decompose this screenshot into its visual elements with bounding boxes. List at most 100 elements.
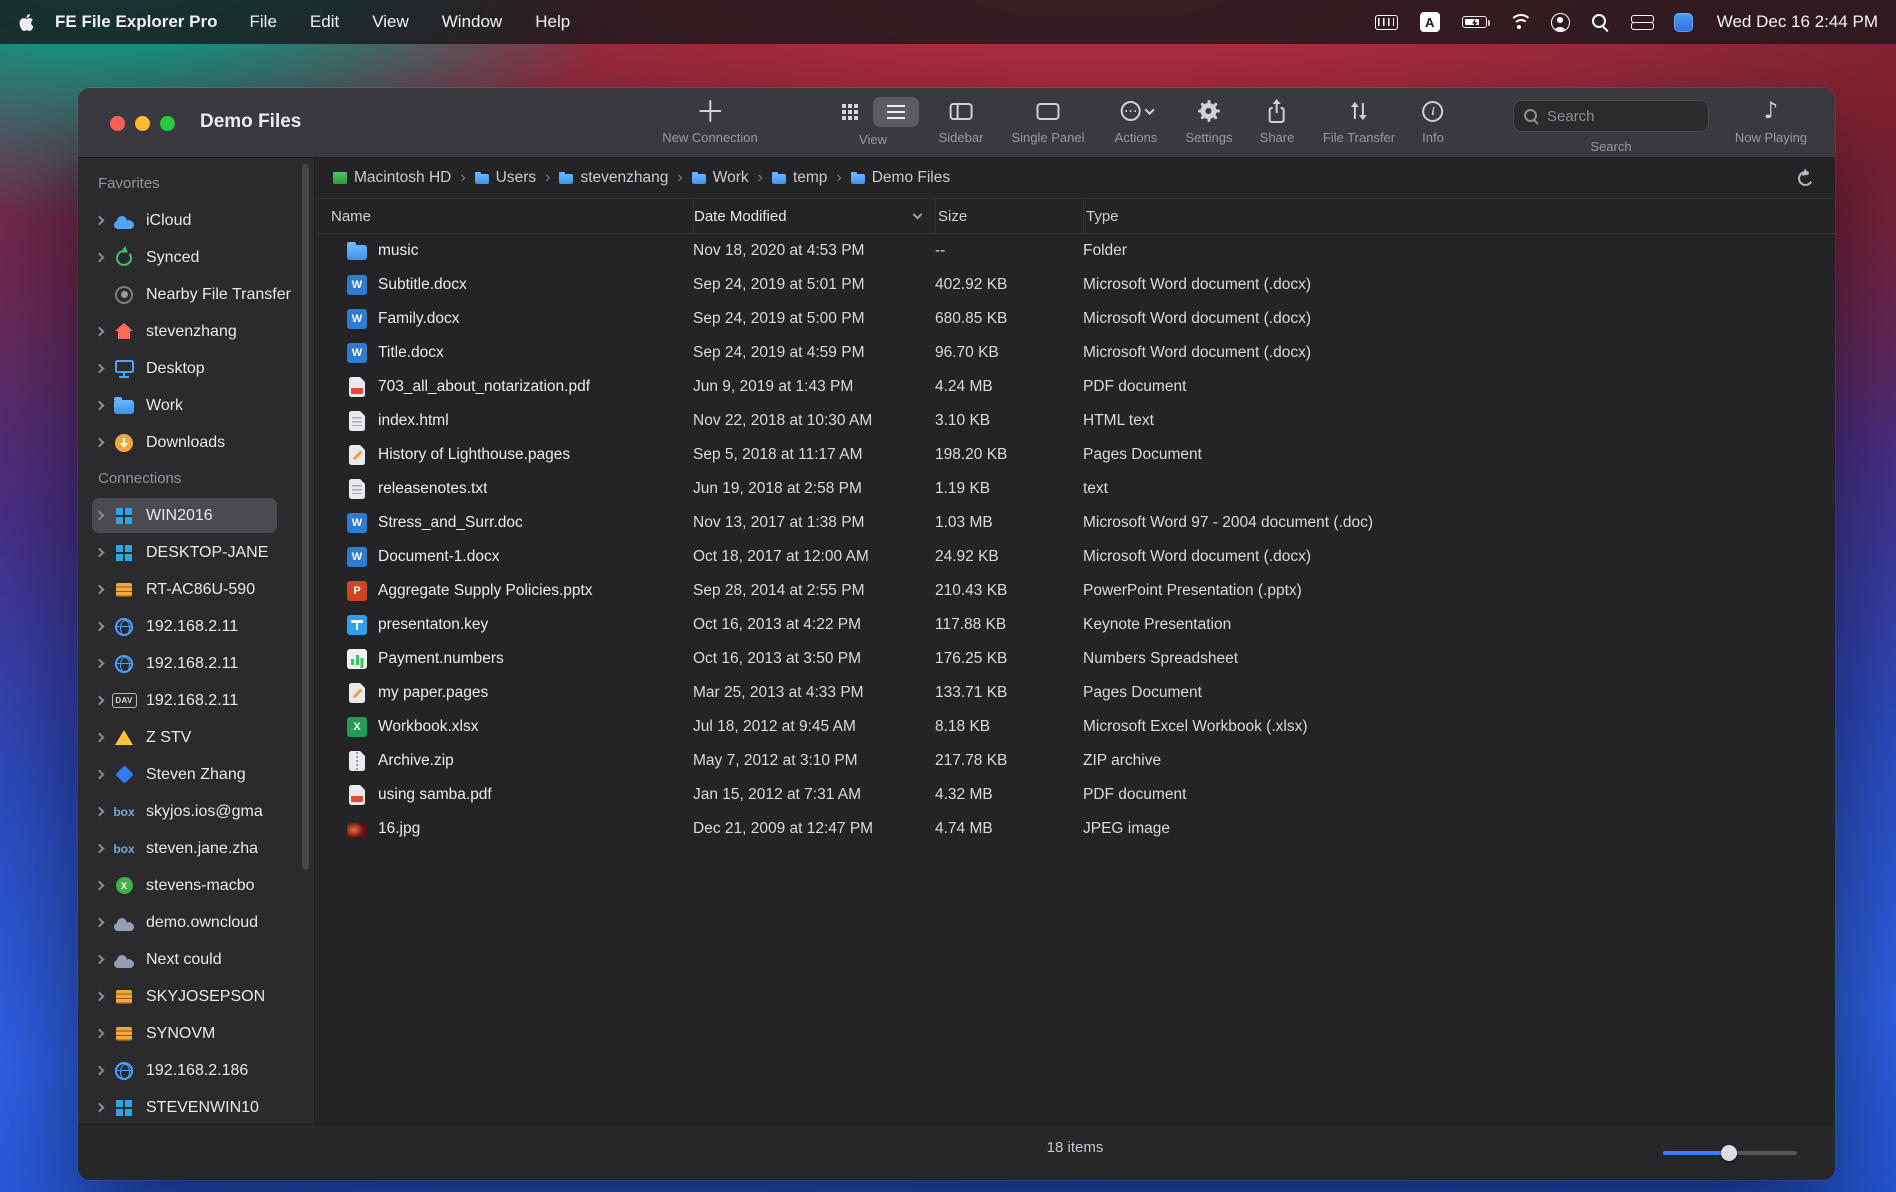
file-row-music[interactable]: musicNov 18, 2020 at 4:53 PM--Folder [315,234,1835,268]
disclosure-chevron-icon[interactable] [95,1066,105,1076]
input-source-icon-button[interactable]: A [1420,10,1440,34]
sidebar-item-skyjos-ios-gma[interactable]: skyjos.ios@gma [78,793,314,830]
breadcrumb-item-work[interactable]: Work [692,169,749,187]
single-panel-button[interactable]: Single Panel [1012,97,1085,145]
breadcrumb-item-macintosh-hd[interactable]: Macintosh HD [333,169,451,187]
actions-button[interactable]: Actions [1115,97,1158,145]
sidebar-item-192-168-2-186[interactable]: 192.168.2.186 [78,1052,314,1089]
sidebar-item-steven-zhang[interactable]: Steven Zhang [78,756,314,793]
wifi-icon-button[interactable] [1509,10,1529,34]
breadcrumb-item-temp[interactable]: temp [772,169,827,187]
file-row-16-jpg[interactable]: 16.jpgDec 21, 2009 at 12:47 PM4.74 MBJPE… [315,812,1835,846]
file-row-using-samba-pdf[interactable]: using samba.pdfJan 15, 2012 at 7:31 AM4.… [315,778,1835,812]
file-row-presentaton-key[interactable]: presentaton.keyOct 16, 2013 at 4:22 PM11… [315,608,1835,642]
slider-thumb[interactable] [1721,1145,1737,1161]
file-row-my-paper-pages[interactable]: my paper.pagesMar 25, 2013 at 4:33 PM133… [315,676,1835,710]
disclosure-chevron-icon[interactable] [95,511,105,521]
sidebar-item-192-168-2-11[interactable]: 192.168.2.11 [78,608,314,645]
menu-edit[interactable]: Edit [310,12,339,32]
file-row-workbook-xlsx[interactable]: Workbook.xlsxJul 18, 2012 at 9:45 AM8.18… [315,710,1835,744]
disclosure-chevron-icon[interactable] [95,881,105,891]
disclosure-chevron-icon[interactable] [95,844,105,854]
disclosure-chevron-icon[interactable] [95,327,105,337]
sidebar-item-stevens-macbo[interactable]: stevens-macbo [78,867,314,904]
sidebar-item-desktop-jane[interactable]: DESKTOP-JANE [78,534,314,571]
disclosure-chevron-icon[interactable] [95,955,105,965]
user-icon-button[interactable] [1551,10,1570,34]
column-header-size[interactable]: Size [935,199,1083,233]
menu-window[interactable]: Window [442,12,502,32]
sidebar-toggle-button[interactable]: Sidebar [939,97,984,145]
list-view-button[interactable] [873,97,919,127]
disclosure-chevron-icon[interactable] [95,548,105,558]
menu-file[interactable]: File [250,12,277,32]
file-transfer-button[interactable]: File Transfer [1323,97,1395,145]
sidebar-item-synovm[interactable]: SYNOVM [78,1015,314,1052]
file-row-releasenotes-txt[interactable]: releasenotes.txtJun 19, 2018 at 2:58 PM1… [315,472,1835,506]
app-menu-title[interactable]: FE File Explorer Pro [55,12,218,32]
control-center-icon-button[interactable] [1631,10,1652,34]
disclosure-chevron-icon[interactable] [95,992,105,1002]
file-row-subtitle-docx[interactable]: Subtitle.docxSep 24, 2019 at 5:01 PM402.… [315,268,1835,302]
sidebar-item-synced[interactable]: Synced [78,239,314,276]
column-header-type[interactable]: Type [1083,199,1835,233]
sidebar-item-stevenzhang[interactable]: stevenzhang [78,313,314,350]
sidebar-item-next-could[interactable]: Next could [78,941,314,978]
file-row-stress-and-surr-doc[interactable]: Stress_and_Surr.docNov 13, 2017 at 1:38 … [315,506,1835,540]
menu-view[interactable]: View [372,12,409,32]
zoom-button[interactable] [160,116,175,131]
sidebar-item-downloads[interactable]: Downloads [78,424,314,461]
grid-view-button[interactable] [827,97,873,127]
menu-bar-clock[interactable]: Wed Dec 16 2:44 PM [1717,12,1878,32]
disclosure-chevron-icon[interactable] [95,364,105,374]
file-row-aggregate-supply-policies-pptx[interactable]: Aggregate Supply Policies.pptxSep 28, 20… [315,574,1835,608]
file-row-title-docx[interactable]: Title.docxSep 24, 2019 at 4:59 PM96.70 K… [315,336,1835,370]
sidebar-item-desktop[interactable]: Desktop [78,350,314,387]
disclosure-chevron-icon[interactable] [95,807,105,817]
breadcrumb-item-demo-files[interactable]: Demo Files [851,169,950,187]
file-row-archive-zip[interactable]: Archive.zipMay 7, 2012 at 3:10 PM217.78 … [315,744,1835,778]
disclosure-chevron-icon[interactable] [95,1103,105,1113]
share-button[interactable]: Share [1260,97,1295,145]
disclosure-chevron-icon[interactable] [95,659,105,669]
disclosure-chevron-icon[interactable] [95,401,105,411]
sidebar-item-steven-jane-zha[interactable]: steven.jane.zha [78,830,314,867]
settings-button[interactable]: Settings [1186,97,1233,145]
disclosure-chevron-icon[interactable] [95,1029,105,1039]
disclosure-chevron-icon[interactable] [95,253,105,263]
breadcrumb-item-stevenzhang[interactable]: stevenzhang [559,169,668,187]
file-row-history-of-lighthouse-pages[interactable]: History of Lighthouse.pagesSep 5, 2018 a… [315,438,1835,472]
disclosure-chevron-icon[interactable] [95,696,105,706]
disclosure-chevron-icon[interactable] [95,216,105,226]
apple-menu[interactable] [18,14,35,31]
sidebar-item-icloud[interactable]: iCloud [78,202,314,239]
sidebar-item-stevenwin10[interactable]: STEVENWIN10 [78,1089,314,1124]
sidebar-item-rt-ac86u-590[interactable]: RT-AC86U-590 [78,571,314,608]
keyboard-icon-button[interactable] [1375,10,1398,34]
disclosure-chevron-icon[interactable] [95,733,105,743]
sidebar-item-nearby-file-transfer[interactable]: Nearby File Transfer [78,276,314,313]
breadcrumb-item-users[interactable]: Users [475,169,536,187]
disclosure-chevron-icon[interactable] [95,770,105,780]
close-button[interactable] [110,116,125,131]
sidebar-item-work[interactable]: Work [78,387,314,424]
file-row-document-1-docx[interactable]: Document-1.docxOct 18, 2017 at 12:00 AM2… [315,540,1835,574]
file-row-family-docx[interactable]: Family.docxSep 24, 2019 at 5:00 PM680.85… [315,302,1835,336]
column-header-date-modified[interactable]: Date Modified [693,199,935,233]
file-row-payment-numbers[interactable]: Payment.numbersOct 16, 2013 at 3:50 PM17… [315,642,1835,676]
now-playing-button[interactable]: Now Playing [1735,97,1807,145]
info-button[interactable]: Info [1422,97,1444,145]
new-connection-button[interactable]: New Connection [662,97,757,145]
menu-help[interactable]: Help [535,12,570,32]
disclosure-chevron-icon[interactable] [95,622,105,632]
file-row-703-all-about-notarization-pdf[interactable]: 703_all_about_notarization.pdfJun 9, 201… [315,370,1835,404]
search-field[interactable] [1513,100,1709,132]
disclosure-chevron-icon[interactable] [95,585,105,595]
disclosure-chevron-icon[interactable] [95,918,105,928]
file-row-index-html[interactable]: index.htmlNov 22, 2018 at 10:30 AM3.10 K… [315,404,1835,438]
sidebar-item-skyjosepson[interactable]: SKYJOSEPSON [78,978,314,1015]
sidebar-item-win2016[interactable]: WIN2016 [78,497,314,534]
refresh-button[interactable] [1796,169,1814,187]
disclosure-chevron-icon[interactable] [95,438,105,448]
search-input[interactable] [1547,108,1698,125]
